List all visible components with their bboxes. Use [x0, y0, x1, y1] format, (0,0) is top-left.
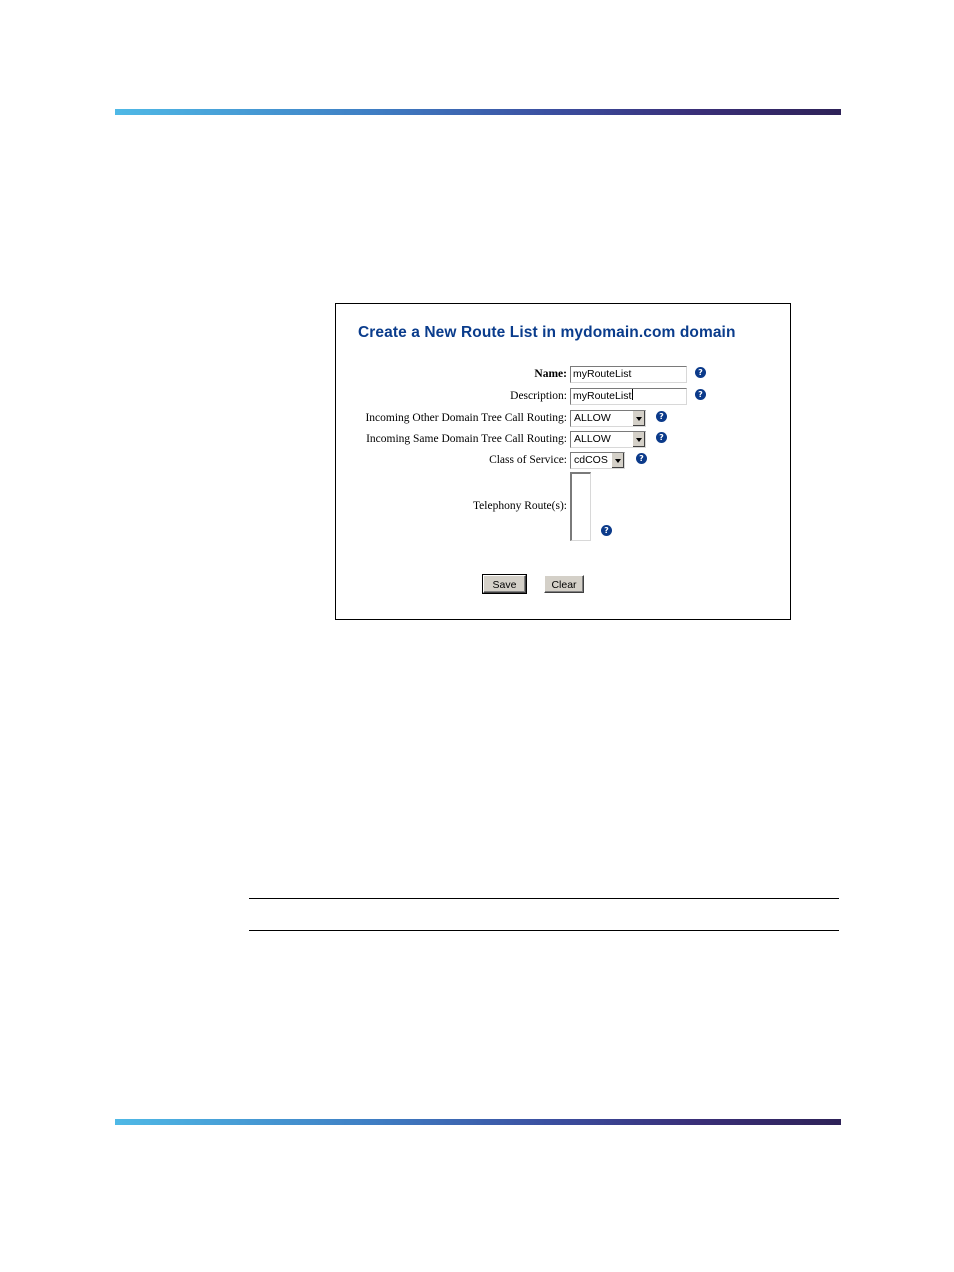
telephony-routes-listbox[interactable]	[570, 472, 591, 541]
divider	[249, 930, 839, 931]
class-of-service-select[interactable]: cdCOS	[570, 452, 625, 469]
incoming-same-value: ALLOW	[574, 433, 611, 445]
clear-button[interactable]: Clear	[544, 575, 584, 593]
name-input[interactable]: myRouteList	[570, 366, 687, 383]
incoming-same-select[interactable]: ALLOW	[570, 431, 646, 448]
incoming-same-label: Incoming Same Domain Tree Call Routing:	[366, 433, 567, 445]
telephony-routes-label: Telephony Route(s):	[472, 500, 567, 512]
divider	[249, 898, 839, 899]
incoming-other-help-icon[interactable]: ?	[656, 411, 667, 422]
save-button[interactable]: Save	[482, 574, 527, 594]
incoming-other-select[interactable]: ALLOW	[570, 410, 646, 427]
name-help-icon[interactable]: ?	[695, 367, 706, 378]
chevron-down-icon[interactable]	[611, 453, 624, 468]
description-input[interactable]: myRouteList	[570, 388, 687, 405]
chevron-down-icon[interactable]	[632, 411, 645, 426]
description-label: Description:	[510, 390, 567, 402]
text-cursor	[632, 389, 634, 400]
incoming-other-value: ALLOW	[574, 412, 611, 424]
name-label: Name:	[534, 368, 567, 380]
telephony-routes-help-icon[interactable]: ?	[601, 525, 612, 536]
bottom-decorative-rule	[115, 1119, 841, 1125]
class-of-service-value: cdCOS	[574, 454, 608, 466]
chevron-down-icon[interactable]	[632, 432, 645, 447]
description-value: myRouteList	[573, 390, 632, 402]
class-of-service-label: Class of Service:	[489, 454, 567, 466]
incoming-other-label: Incoming Other Domain Tree Call Routing:	[365, 412, 567, 424]
description-help-icon[interactable]: ?	[695, 389, 706, 400]
top-decorative-rule	[115, 109, 841, 115]
class-of-service-help-icon[interactable]: ?	[636, 453, 647, 464]
page-title: Create a New Route List in mydomain.com …	[358, 324, 736, 341]
incoming-same-help-icon[interactable]: ?	[656, 432, 667, 443]
route-list-form-screenshot: Create a New Route List in mydomain.com …	[335, 303, 791, 620]
